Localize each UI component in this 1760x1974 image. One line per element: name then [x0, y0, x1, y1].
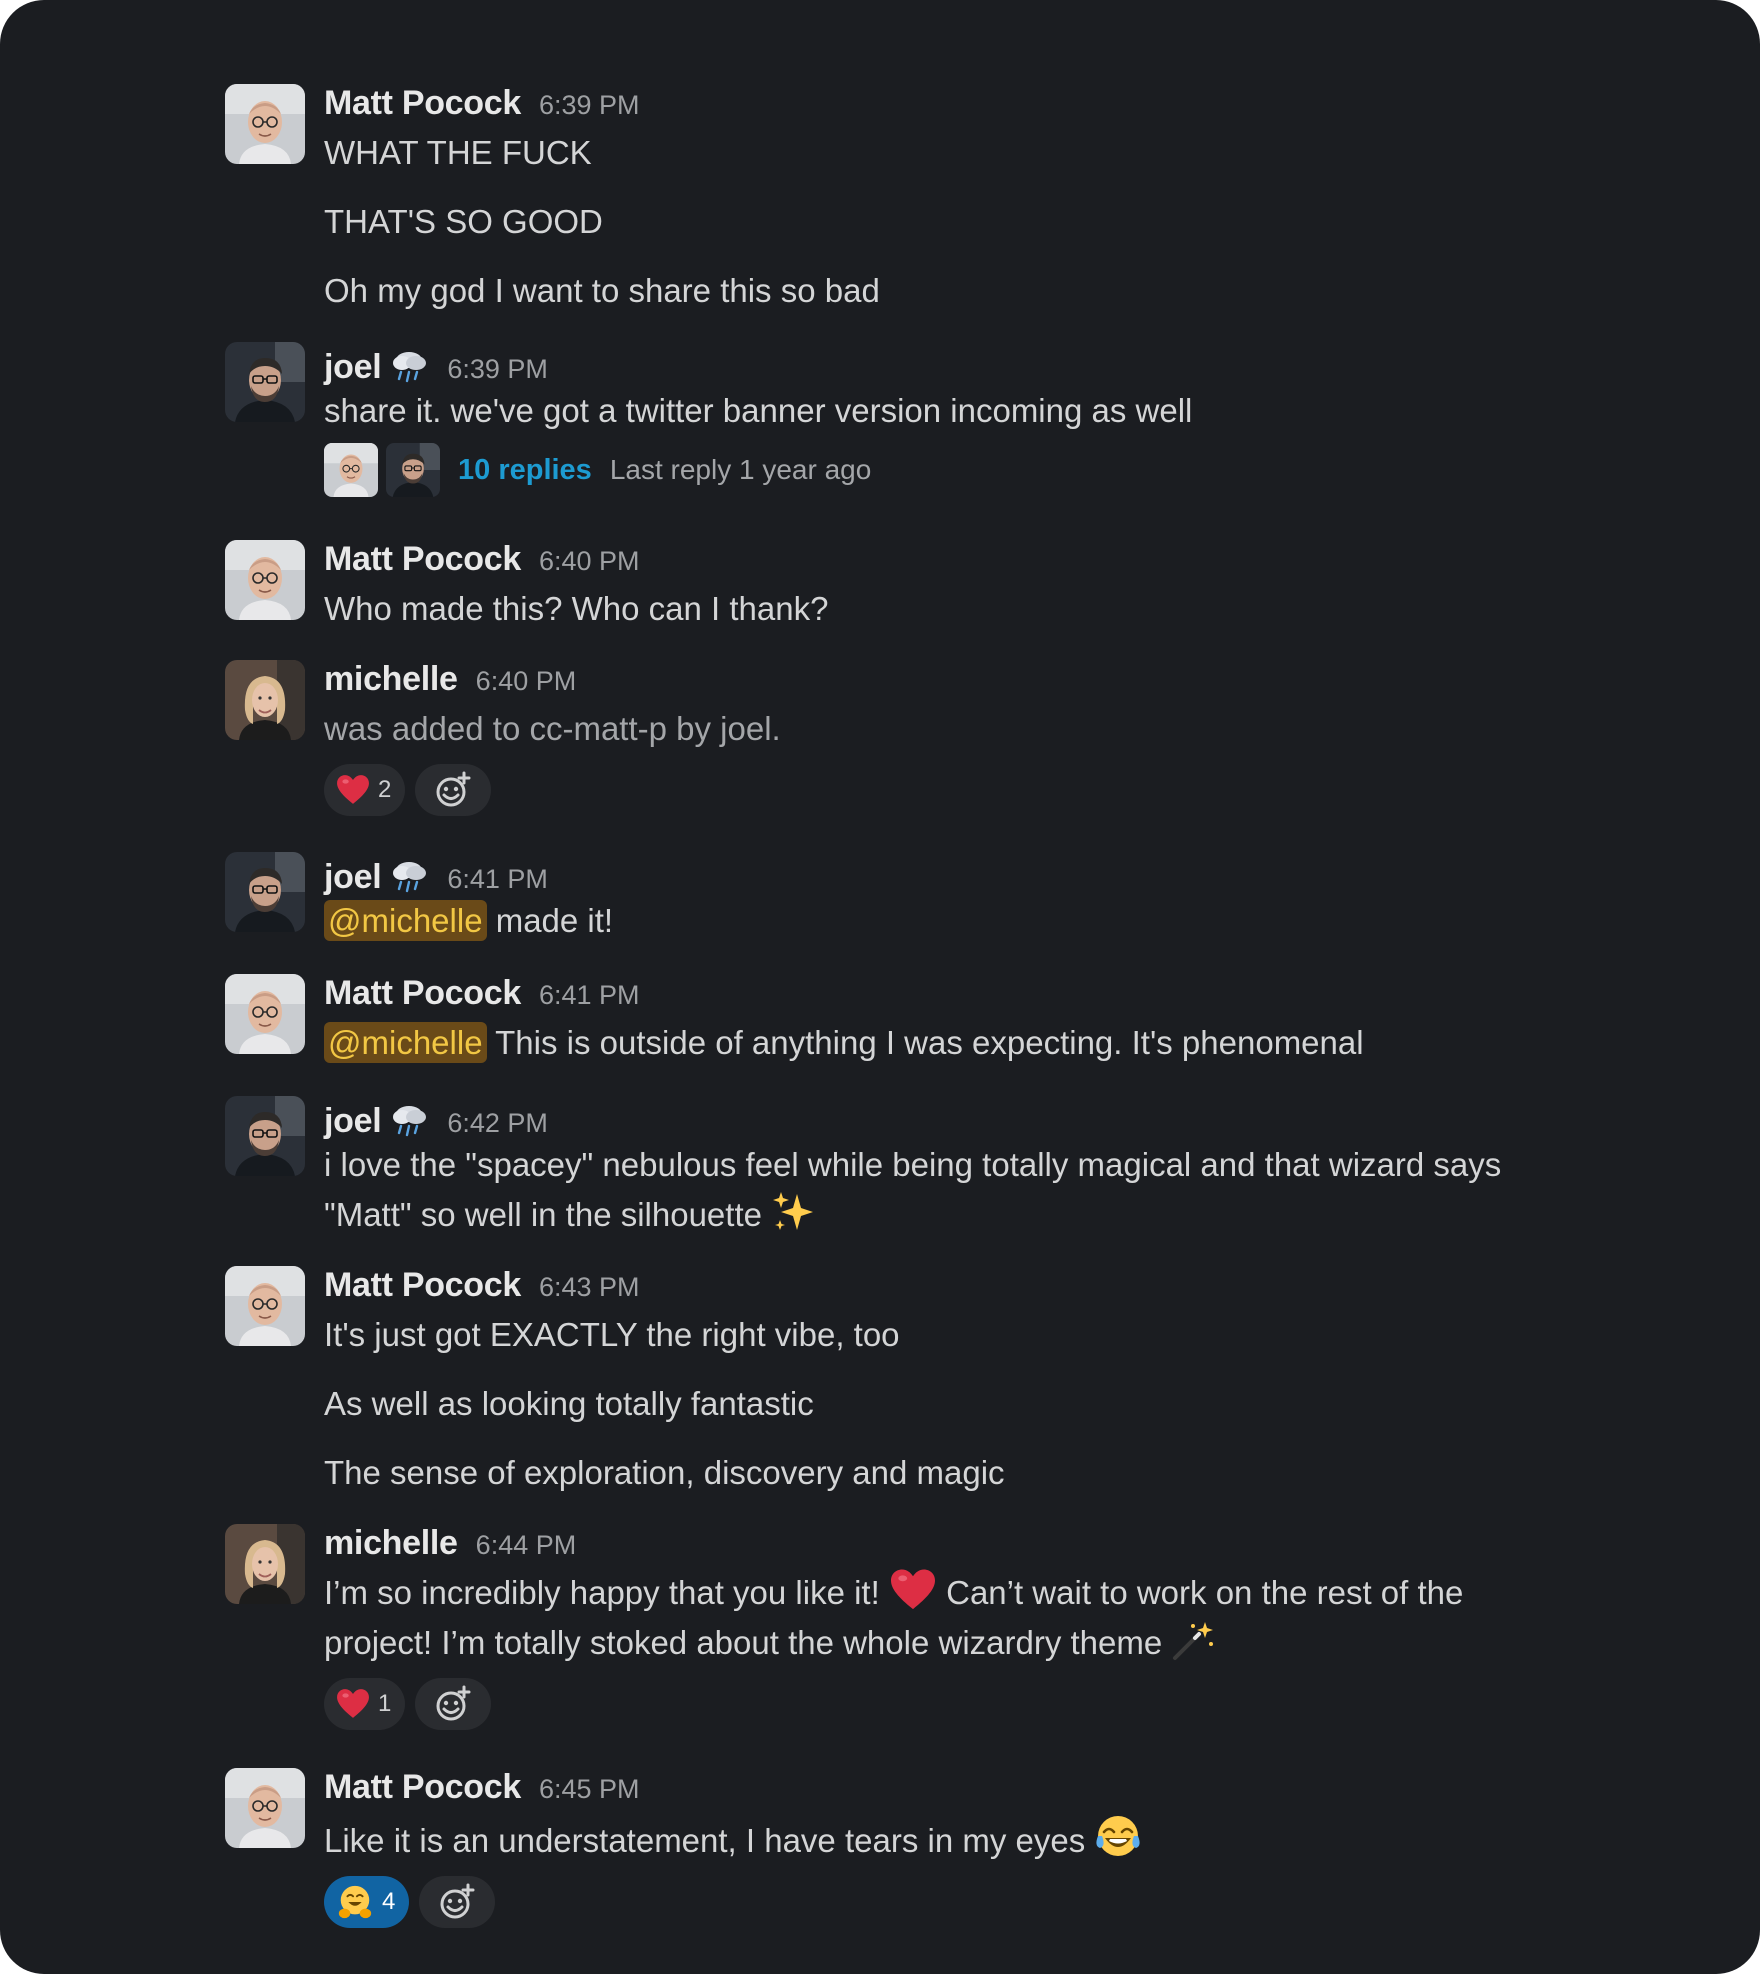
message: joel 6:41 PM @michelle made it!	[225, 852, 1600, 946]
user-mention[interactable]: @michelle	[324, 1022, 487, 1063]
author-name[interactable]: Matt Pocock	[324, 974, 521, 1013]
author-name[interactable]: joel	[324, 858, 382, 897]
avatar-matt-pocock[interactable]	[225, 84, 305, 164]
avatar-michelle[interactable]	[225, 1524, 305, 1604]
avatar-michelle[interactable]	[225, 660, 305, 740]
timestamp[interactable]: 6:43 PM	[539, 1272, 640, 1303]
timestamp[interactable]: 6:44 PM	[476, 1530, 577, 1561]
timestamp[interactable]: 6:45 PM	[539, 1774, 640, 1805]
magic-wand-icon	[1171, 1618, 1215, 1662]
reaction-heart[interactable]: 1	[324, 1678, 406, 1730]
message-text: THAT'S SO GOOD	[324, 203, 603, 240]
cloud-with-rain-icon	[389, 1102, 429, 1138]
sparkles-icon	[771, 1190, 815, 1234]
timestamp[interactable]: 6:42 PM	[447, 1108, 548, 1139]
message-text: WHAT THE FUCK	[324, 134, 592, 171]
reaction-heart[interactable]: 2	[324, 764, 406, 816]
message-text: As well as looking totally fantastic	[324, 1385, 814, 1422]
chat-window: Matt Pocock 6:39 PM WHAT THE FUCK THAT'S…	[0, 0, 1760, 1974]
add-emoji-icon	[437, 1882, 477, 1922]
author-name[interactable]: Matt Pocock	[324, 1768, 521, 1807]
reactions-bar: 2	[324, 764, 1600, 818]
message-text-part: Can’t wait to work on the rest of the	[936, 1574, 1464, 1611]
avatar-matt-pocock[interactable]	[225, 974, 305, 1054]
message-text: @michelle made it!	[324, 896, 1600, 946]
author-name[interactable]: Matt Pocock	[324, 84, 521, 123]
author-name[interactable]: joel	[324, 348, 382, 387]
message: michelle 6:40 PM was added to cc-matt-p …	[225, 660, 1600, 818]
avatar-joel	[386, 443, 440, 497]
timestamp[interactable]: 6:40 PM	[539, 546, 640, 577]
timestamp[interactable]: 6:41 PM	[447, 864, 548, 895]
message: Matt Pocock 6:45 PM Like it is an unders…	[225, 1768, 1600, 1930]
system-message-text: was added to cc-matt-p by joel.	[324, 710, 781, 747]
message-text: Like it is an understatement, I have tea…	[324, 1812, 1600, 1866]
message-text: share it. we've got a twitter banner ver…	[324, 392, 1193, 429]
message-text-part: made it!	[486, 902, 614, 939]
message-text: It's just got EXACTLY the right vibe, to…	[324, 1316, 900, 1353]
heart-icon	[336, 774, 370, 806]
message-text-part: Like it is an understatement, I have tea…	[324, 1822, 1095, 1859]
message-text: "Matt" so well in the silhouette	[324, 1190, 1600, 1240]
author-name[interactable]: Matt Pocock	[324, 1266, 521, 1305]
thread-summary[interactable]: 10 replies Last reply 1 year ago	[324, 442, 1600, 498]
message: Matt Pocock 6:39 PM WHAT THE FUCK THAT'S…	[225, 84, 1600, 316]
avatar-joel[interactable]	[225, 342, 305, 422]
timestamp[interactable]: 6:40 PM	[476, 666, 577, 697]
reaction-hugging-face[interactable]: 4	[324, 1876, 410, 1928]
add-reaction-button[interactable]	[419, 1876, 496, 1928]
message-text-part: "Matt" so well in the silhouette	[324, 1196, 762, 1233]
message-text-part: This is outside of anything I was expect…	[486, 1024, 1364, 1061]
message-text-part: project! I’m totally stoked about the wh…	[324, 1624, 1172, 1661]
last-reply-text: Last reply 1 year ago	[609, 454, 872, 485]
avatar-joel[interactable]	[225, 1096, 305, 1176]
message-text-part: I’m so incredibly happy that you like it…	[324, 1574, 889, 1611]
avatar-matt-pocock[interactable]	[225, 1768, 305, 1848]
cloud-with-rain-icon	[389, 348, 429, 384]
add-emoji-icon	[433, 1684, 473, 1724]
reaction-count: 2	[378, 776, 392, 803]
timestamp[interactable]: 6:41 PM	[539, 980, 640, 1011]
message-text: The sense of exploration, discovery and …	[324, 1454, 1005, 1491]
message-text: I’m so incredibly happy that you like it…	[324, 1568, 1600, 1618]
message: Matt Pocock 6:43 PM It's just got EXACTL…	[225, 1266, 1600, 1498]
message-text: @michelle This is outside of anything I …	[324, 1018, 1600, 1068]
heart-icon	[889, 1568, 937, 1612]
face-with-tears-of-joy-icon	[1094, 1812, 1142, 1860]
replies-link[interactable]: 10 replies	[458, 454, 592, 487]
message: Matt Pocock 6:40 PM Who made this? Who c…	[225, 540, 1600, 634]
author-name[interactable]: Matt Pocock	[324, 540, 521, 579]
author-name[interactable]: michelle	[324, 1524, 458, 1563]
avatar-matt-pocock	[324, 443, 378, 497]
add-reaction-button[interactable]	[415, 764, 492, 816]
message: Matt Pocock 6:41 PM @michelle This is ou…	[225, 974, 1600, 1068]
reactions-bar: 1	[324, 1678, 1600, 1732]
author-name[interactable]: joel	[324, 1102, 382, 1141]
avatar-joel[interactable]	[225, 852, 305, 932]
message: michelle 6:44 PM I’m so incredibly happy…	[225, 1524, 1600, 1732]
heart-icon	[336, 1688, 370, 1720]
reactions-bar: 4	[324, 1876, 1600, 1930]
message-text: Who made this? Who can I thank?	[324, 590, 829, 627]
message: joel 6:42 PM i love the "spacey" nebulou…	[225, 1096, 1600, 1240]
hugging-face-icon	[336, 1883, 374, 1921]
reaction-count: 1	[378, 1690, 392, 1717]
avatar-matt-pocock[interactable]	[225, 1266, 305, 1346]
message-text: project! I’m totally stoked about the wh…	[324, 1618, 1600, 1668]
add-emoji-icon	[433, 770, 473, 810]
user-mention[interactable]: @michelle	[324, 900, 487, 941]
timestamp[interactable]: 6:39 PM	[539, 90, 640, 121]
message-text: Oh my god I want to share this so bad	[324, 272, 880, 309]
avatar-matt-pocock[interactable]	[225, 540, 305, 620]
timestamp[interactable]: 6:39 PM	[447, 354, 548, 385]
author-name[interactable]: michelle	[324, 660, 458, 699]
reaction-count: 4	[382, 1888, 396, 1915]
cloud-with-rain-icon	[389, 858, 429, 894]
message: joel 6:39 PM share it. we've got a twitt…	[225, 342, 1600, 498]
message-text: i love the "spacey" nebulous feel while …	[324, 1146, 1502, 1183]
add-reaction-button[interactable]	[415, 1678, 492, 1730]
